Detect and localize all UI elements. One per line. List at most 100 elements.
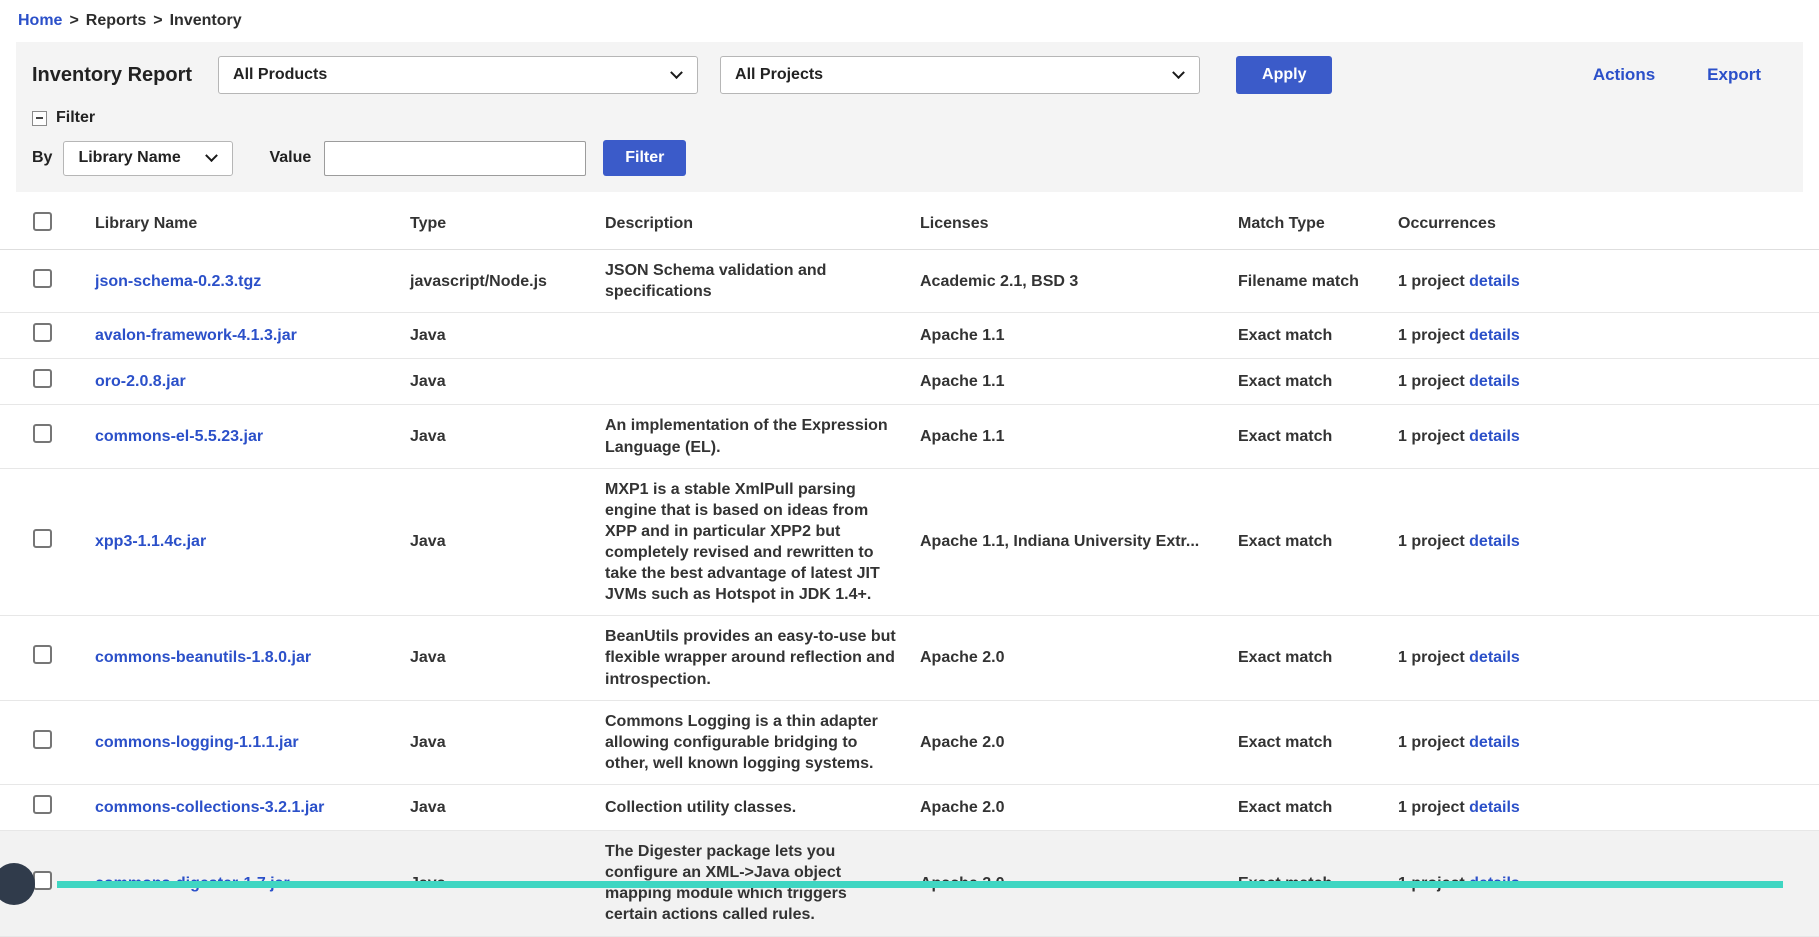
breadcrumb-reports: Reports <box>86 12 146 29</box>
column-header-match-type: Match Type <box>1238 198 1398 250</box>
details-link[interactable]: details <box>1469 327 1520 344</box>
occurrences-cell: 1 project details <box>1398 468 1819 616</box>
export-link[interactable]: Export <box>1707 65 1761 85</box>
collapse-filter-icon[interactable] <box>32 111 47 126</box>
breadcrumb-current: Inventory <box>170 12 242 29</box>
table-row: commons-beanutils-1.8.0.jarJavaBeanUtils… <box>0 616 1819 700</box>
licenses-cell: Apache 2.0 <box>920 700 1238 784</box>
description-cell: MXP1 is a stable XmlPull parsing engine … <box>605 468 920 616</box>
details-link[interactable]: details <box>1469 273 1520 290</box>
type-cell: Java <box>410 468 605 616</box>
filter-by-select[interactable]: Library Name <box>63 141 233 176</box>
occurrences-count: 1 project <box>1398 799 1469 816</box>
details-link[interactable]: details <box>1469 649 1520 666</box>
filter-value-input[interactable] <box>324 141 586 176</box>
row-checkbox[interactable] <box>33 871 52 890</box>
details-link[interactable]: details <box>1469 373 1520 390</box>
library-name-link[interactable]: commons-beanutils-1.8.0.jar <box>95 649 311 666</box>
bottom-highlight-bar <box>57 881 1783 888</box>
licenses-cell: Apache 1.1, Indiana University Extr... <box>920 468 1238 616</box>
apply-button[interactable]: Apply <box>1236 56 1332 94</box>
match-type-cell: Exact match <box>1238 313 1398 359</box>
library-name-link[interactable]: xpp3-1.1.4c.jar <box>95 533 206 550</box>
chevron-down-icon <box>1172 66 1185 79</box>
product-select[interactable]: All Products <box>218 56 698 94</box>
library-name-link[interactable]: commons-logging-1.1.1.jar <box>95 734 299 751</box>
type-cell: Java <box>410 616 605 700</box>
type-cell: Java <box>410 700 605 784</box>
match-type-cell: Exact match <box>1238 405 1398 468</box>
page-title: Inventory Report <box>32 64 192 87</box>
type-cell: Java <box>410 405 605 468</box>
breadcrumb-separator: > <box>69 12 78 29</box>
table-header-row: Library Name Type Description Licenses M… <box>0 198 1819 250</box>
actions-link[interactable]: Actions <box>1593 65 1655 85</box>
description-cell: Commons Logging is a thin adapter allowi… <box>605 700 920 784</box>
description-cell: Collection utility classes. <box>605 784 920 830</box>
project-select-value: All Projects <box>735 66 823 84</box>
row-checkbox[interactable] <box>33 323 52 342</box>
details-link[interactable]: details <box>1469 533 1520 550</box>
breadcrumb-separator: > <box>153 12 162 29</box>
licenses-cell: Apache 1.1 <box>920 359 1238 405</box>
match-type-cell: Exact match <box>1238 359 1398 405</box>
occurrences-cell: 1 project details <box>1398 616 1819 700</box>
details-link[interactable]: details <box>1469 799 1520 816</box>
type-cell: Java <box>410 359 605 405</box>
row-checkbox[interactable] <box>33 529 52 548</box>
column-header-licenses: Licenses <box>920 198 1238 250</box>
library-name-link[interactable]: oro-2.0.8.jar <box>95 373 186 390</box>
library-name-link[interactable]: commons-collections-3.2.1.jar <box>95 799 324 816</box>
type-cell: Java <box>410 313 605 359</box>
row-checkbox[interactable] <box>33 269 52 288</box>
row-checkbox[interactable] <box>33 730 52 749</box>
select-all-checkbox[interactable] <box>33 212 52 231</box>
table-row: xpp3-1.1.4c.jar JavaMXP1 is a stable XmlP… <box>0 468 1819 616</box>
occurrences-cell: 1 project details <box>1398 784 1819 830</box>
product-select-value: All Products <box>233 66 327 84</box>
match-type-cell: Exact match <box>1238 468 1398 616</box>
breadcrumb-home-link[interactable]: Home <box>18 12 62 29</box>
project-select[interactable]: All Projects <box>720 56 1200 94</box>
table-row: commons-el-5.5.23.jarJavaAn implementati… <box>0 405 1819 468</box>
filter-by-select-value: Library Name <box>78 149 180 167</box>
library-name-link[interactable]: json-schema-0.2.3.tgz <box>95 273 261 290</box>
chevron-down-icon <box>670 66 683 79</box>
inventory-table-body: json-schema-0.2.3.tgzjavascript/Node.jsJ… <box>0 250 1819 937</box>
occurrences-count: 1 project <box>1398 649 1469 666</box>
description-cell <box>605 359 920 405</box>
table-row: commons-logging-1.1.1.jar JavaCommons Log… <box>0 700 1819 784</box>
licenses-cell: Apache 1.1 <box>920 313 1238 359</box>
details-link[interactable]: details <box>1469 428 1520 445</box>
details-link[interactable]: details <box>1469 734 1520 751</box>
match-type-cell: Exact match <box>1238 784 1398 830</box>
match-type-cell: Exact match <box>1238 700 1398 784</box>
occurrences-cell: 1 project details <box>1398 700 1819 784</box>
by-label: By <box>32 149 52 167</box>
filter-button[interactable]: Filter <box>603 140 686 176</box>
table-row: avalon-framework-4.1.3.jar Java Apache 1.1… <box>0 313 1819 359</box>
column-header-occurrences: Occurrences <box>1398 198 1819 250</box>
occurrences-count: 1 project <box>1398 373 1469 390</box>
occurrences-cell: 1 project details <box>1398 313 1819 359</box>
licenses-cell: Apache 1.1 <box>920 405 1238 468</box>
table-row: json-schema-0.2.3.tgzjavascript/Node.jsJ… <box>0 250 1819 313</box>
breadcrumb: Home > Reports > Inventory <box>0 0 1819 30</box>
occurrences-cell: 1 project details <box>1398 359 1819 405</box>
occurrences-count: 1 project <box>1398 428 1469 445</box>
occurrences-count: 1 project <box>1398 273 1469 290</box>
library-name-link[interactable]: commons-el-5.5.23.jar <box>95 428 263 445</box>
table-row: oro-2.0.8.jar Java Apache 1.1Exact match1 … <box>0 359 1819 405</box>
value-label: Value <box>269 149 311 167</box>
occurrences-cell: 1 project details <box>1398 250 1819 313</box>
column-header-library-name: Library Name <box>95 198 410 250</box>
occurrences-count: 1 project <box>1398 327 1469 344</box>
row-checkbox[interactable] <box>33 369 52 388</box>
library-name-link[interactable]: avalon-framework-4.1.3.jar <box>95 327 297 344</box>
row-checkbox[interactable] <box>33 424 52 443</box>
row-checkbox[interactable] <box>33 795 52 814</box>
row-checkbox[interactable] <box>33 645 52 664</box>
type-cell: javascript/Node.js <box>410 250 605 313</box>
licenses-cell: Apache 2.0 <box>920 784 1238 830</box>
licenses-cell: Academic 2.1, BSD 3 <box>920 250 1238 313</box>
